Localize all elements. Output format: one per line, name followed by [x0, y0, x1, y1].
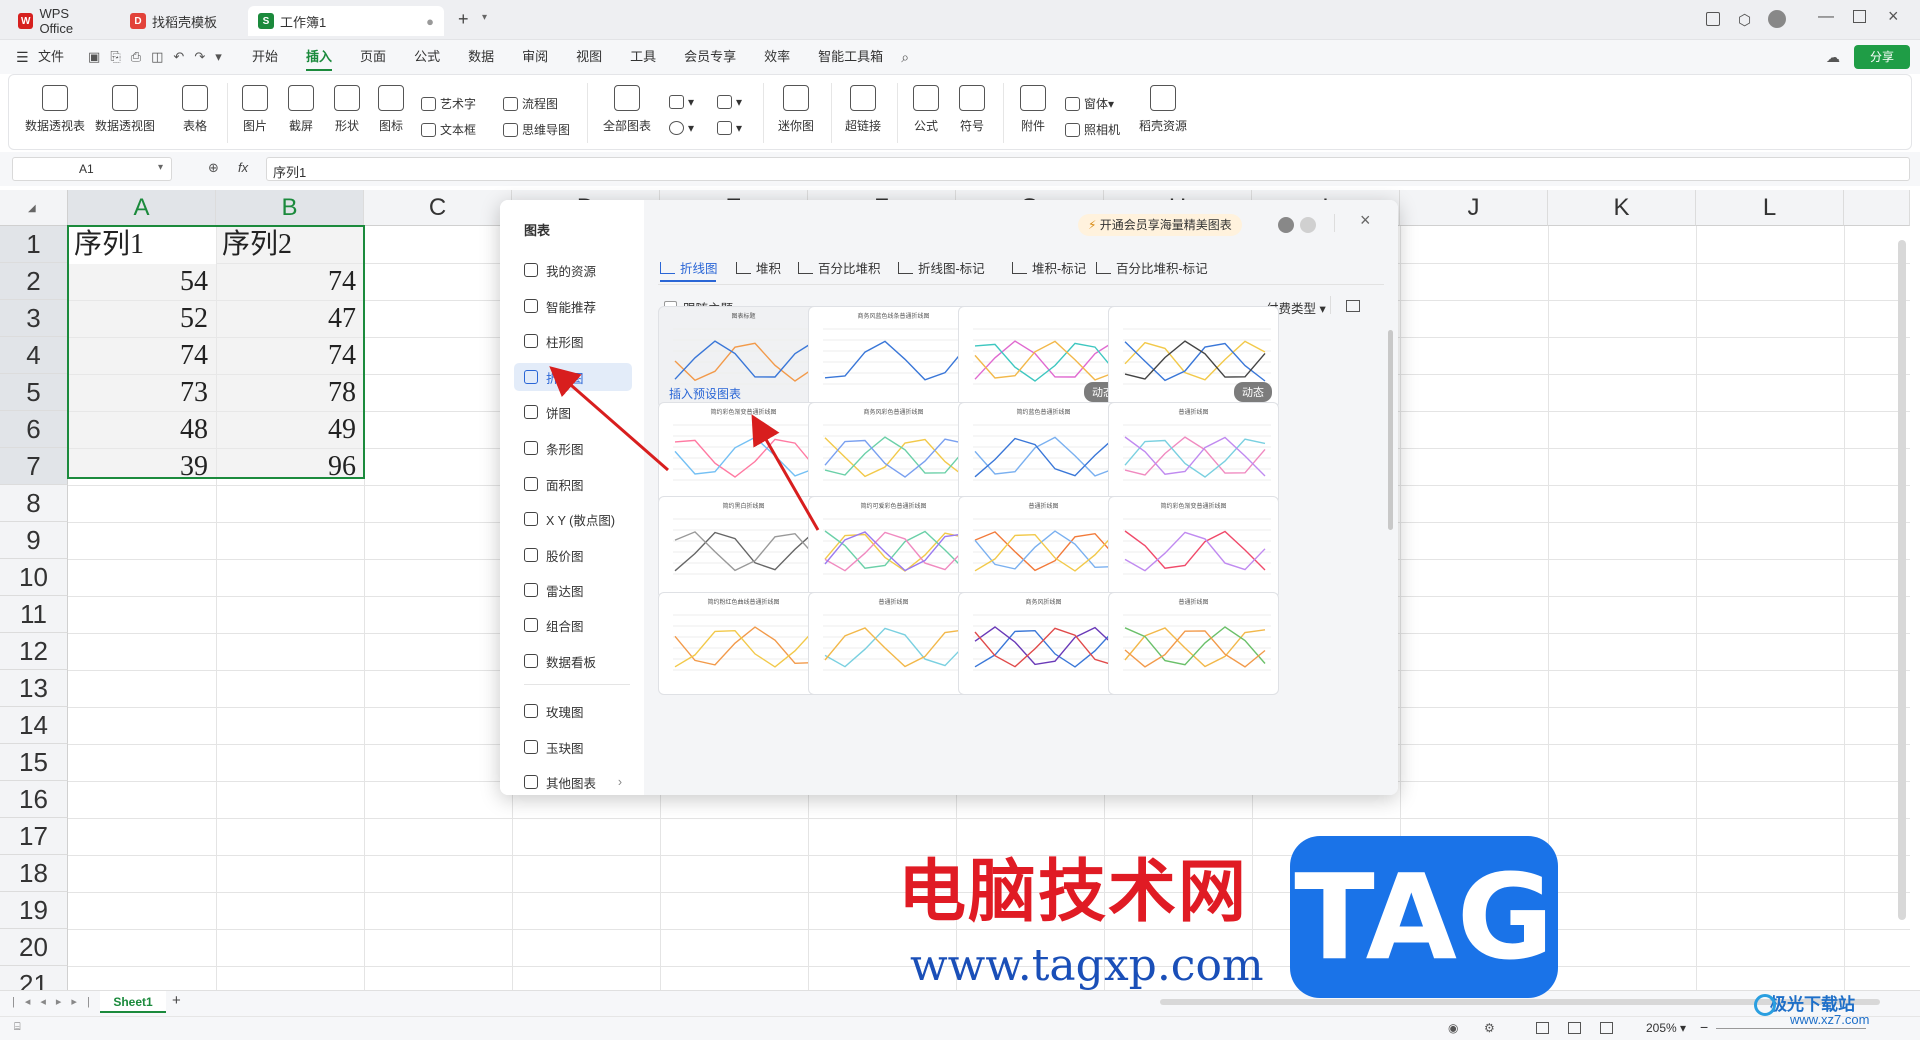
- zoom-level[interactable]: 205% ▾: [1646, 1021, 1686, 1035]
- eye-protect-icon[interactable]: ◉: [1448, 1021, 1458, 1035]
- settings-icon[interactable]: ⚙: [1484, 1021, 1495, 1035]
- page-view-icon[interactable]: [1568, 1022, 1581, 1034]
- add-sheet-icon[interactable]: +: [172, 992, 181, 1009]
- watermark-tag-logo: TAG: [1290, 836, 1558, 998]
- watermark-site-name: 电脑技术网: [898, 853, 1249, 932]
- macro-icon[interactable]: ⌸: [14, 1021, 21, 1034]
- watermark-url: www.tagxp.com: [910, 940, 1264, 991]
- arrow-to-insert-preset: [751, 414, 820, 531]
- arrow-to-line-category: [549, 366, 669, 472]
- zoom-slider[interactable]: [1716, 1028, 1866, 1029]
- zoom-out-icon[interactable]: −: [1700, 1019, 1708, 1035]
- corner-logo-icon: [1754, 994, 1776, 1016]
- normal-view-icon[interactable]: [1536, 1022, 1549, 1034]
- sheet-tab-sheet1[interactable]: Sheet1: [100, 991, 166, 1013]
- page-break-icon[interactable]: [1600, 1022, 1613, 1034]
- status-bar: ⌸ ◉ ⚙ 205% ▾ −: [0, 1016, 1920, 1040]
- sheet-nav-arrows[interactable]: |◂◂▸▸|: [12, 995, 100, 1008]
- watermark-corner-url: www.xz7.com: [1790, 1012, 1870, 1027]
